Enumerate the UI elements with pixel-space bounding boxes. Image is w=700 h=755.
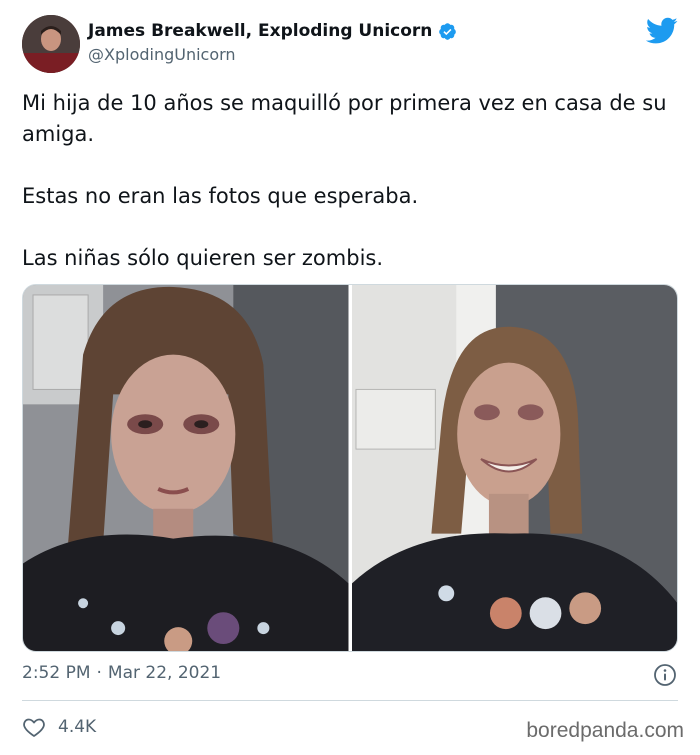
author-handle[interactable]: @XplodingUnicorn [88, 45, 236, 64]
twitter-bird-icon[interactable] [646, 17, 678, 45]
tweet-date[interactable]: Mar 22, 2021 [108, 663, 221, 683]
like-action[interactable]: 4.4K [22, 715, 96, 739]
info-icon[interactable] [653, 663, 677, 687]
tweet-time[interactable]: 2:52 PM [22, 663, 91, 683]
photo-left[interactable] [23, 285, 349, 651]
avatar[interactable] [22, 15, 80, 73]
tweet-text: Mi hija de 10 años se maquilló por prime… [22, 88, 672, 274]
divider [22, 700, 678, 701]
watermark: boredpanda.com [526, 719, 684, 742]
heart-icon[interactable] [22, 715, 46, 739]
verified-badge-icon [439, 22, 457, 40]
tweet-paragraph: Estas no eran las fotos que esperaba. [22, 184, 419, 208]
tweet-paragraph: Mi hija de 10 años se maquilló por prime… [22, 91, 667, 146]
like-count: 4.4K [58, 717, 97, 737]
photo-right[interactable] [351, 285, 677, 651]
display-name[interactable]: James Breakwell, Exploding Unicorn [88, 21, 432, 41]
separator-dot: · [96, 663, 102, 683]
tweet-media [22, 284, 678, 652]
timestamp[interactable]: 2:52 PM · Mar 22, 2021 [22, 663, 221, 683]
author-name-row[interactable]: James Breakwell, Exploding Unicorn [88, 21, 457, 41]
tweet-paragraph: Las niñas sólo quieren ser zombis. [22, 246, 384, 270]
